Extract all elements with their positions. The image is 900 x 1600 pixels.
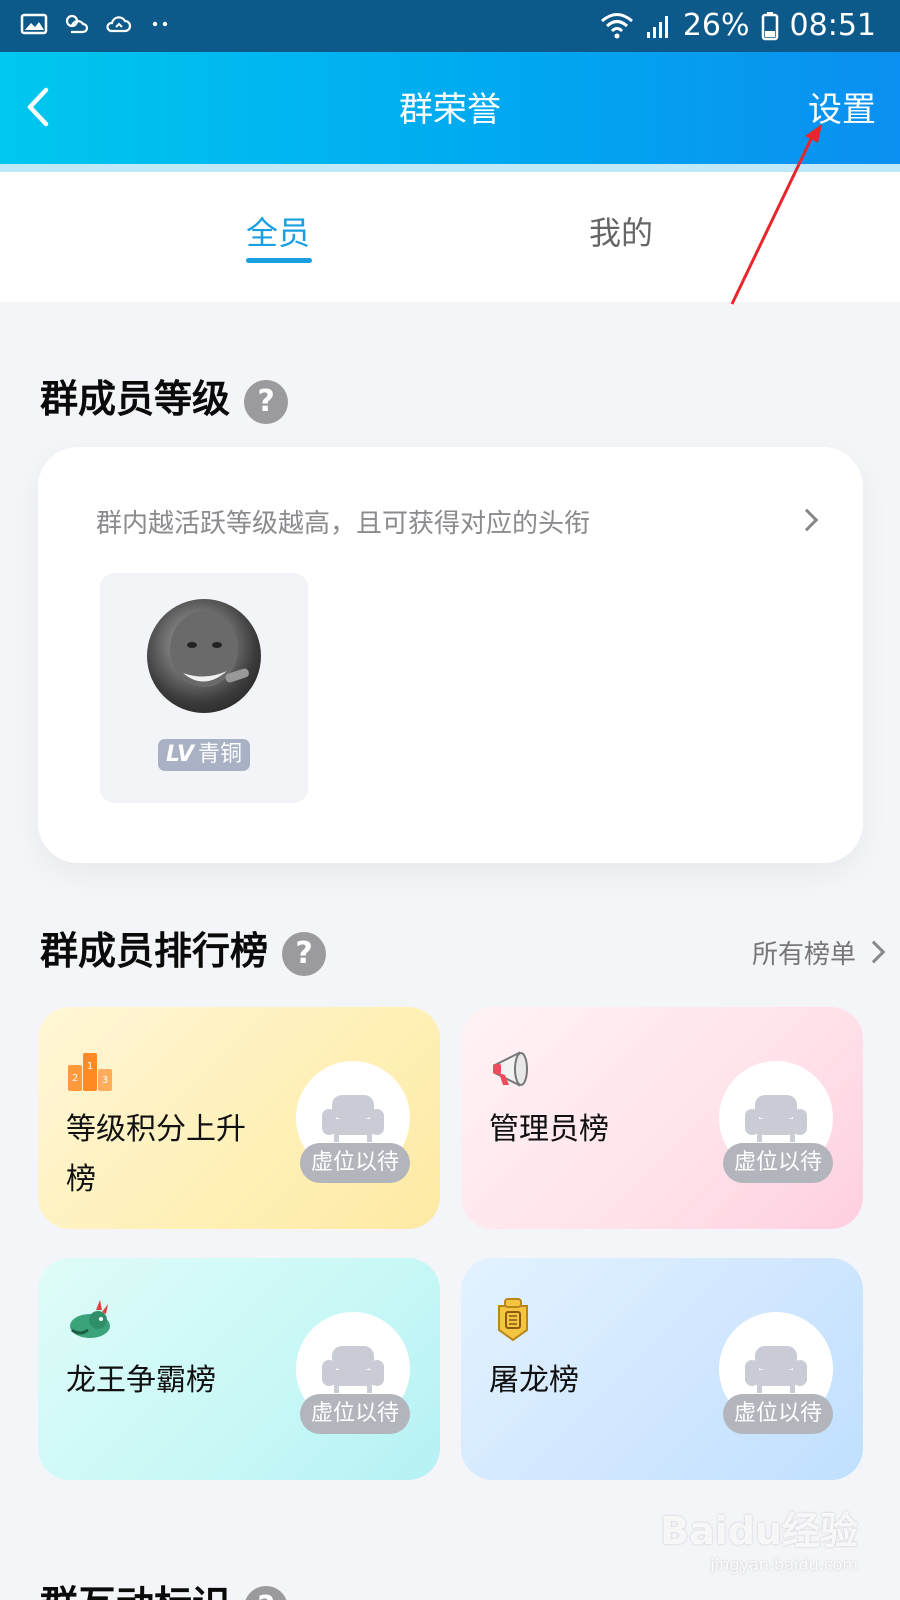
- board-card-dragon-slayer[interactable]: 屠龙榜 虚位以待: [461, 1258, 863, 1480]
- settings-button[interactable]: 设置: [808, 82, 876, 131]
- page-title: 群荣誉: [399, 90, 501, 130]
- nav-divider: [0, 164, 900, 172]
- level-card[interactable]: 群内越活跃等级越高，且可获得对应的头衔 LV 青铜: [38, 447, 863, 863]
- board-name: 屠龙榜: [489, 1363, 579, 1398]
- sofa-icon: [745, 1095, 807, 1142]
- board-name-line2: 榜: [66, 1162, 96, 1197]
- more-dots-icon: [152, 21, 168, 27]
- placeholder-tag: 虚位以待: [723, 1394, 833, 1434]
- gallery-icon: [20, 13, 48, 35]
- dragon-badge-icon: [498, 1298, 528, 1342]
- dragon-icon: [70, 1300, 110, 1338]
- sofa-icon: [745, 1346, 807, 1393]
- watermark-brand: Baidu经验: [660, 1509, 858, 1553]
- active-tab-indicator: [246, 258, 312, 263]
- sofa-icon: [322, 1095, 384, 1142]
- all-lists-label: 所有榜单: [751, 940, 856, 970]
- nav-bar: 群荣誉 设置: [0, 52, 900, 164]
- wifi-icon: [600, 12, 633, 38]
- clock: 08:51: [789, 8, 876, 43]
- board-name: 龙王争霸榜: [66, 1363, 216, 1398]
- all-lists-link[interactable]: 所有榜单: [751, 934, 886, 971]
- ranking-section-title: 群成员排行榜?: [40, 920, 327, 976]
- svg-text:2: 2: [72, 1073, 78, 1084]
- watermark-url: jingyan.baidu.com: [710, 1555, 858, 1574]
- help-icon[interactable]: ?: [244, 379, 289, 424]
- board-card-dragon-king[interactable]: 龙王争霸榜 虚位以待: [38, 1258, 440, 1480]
- placeholder-tag: 虚位以待: [300, 1394, 410, 1434]
- status-left-icons: [20, 12, 174, 36]
- status-right: 26% 08:51: [599, 8, 876, 43]
- placeholder-tag: 虚位以待: [723, 1143, 833, 1183]
- sofa-icon: [322, 1346, 384, 1393]
- level-badge: LV 青铜: [158, 739, 251, 771]
- board-name: 等级积分上升 榜: [66, 1105, 246, 1205]
- member-level-item[interactable]: LV 青铜: [100, 573, 308, 803]
- board-card-level-rise[interactable]: 213 等级积分上升 榜 虚位以待: [38, 1007, 440, 1229]
- avatar-face-image: [170, 611, 249, 687]
- svg-text:3: 3: [102, 1075, 108, 1086]
- board-name-line1: 等级积分上升: [66, 1112, 246, 1147]
- tab-bar: 全员 我的: [0, 172, 900, 302]
- help-icon[interactable]: ?: [282, 931, 327, 976]
- level-prefix: LV: [166, 742, 195, 767]
- board-name: 管理员榜: [489, 1112, 609, 1147]
- chevron-right-icon: [862, 940, 886, 964]
- ranking-section-title-text: 群成员排行榜: [40, 929, 269, 973]
- battery-percent: 26%: [682, 8, 750, 43]
- level-section-title-text: 群成员等级: [40, 377, 231, 421]
- placeholder-tag: 虚位以待: [300, 1143, 410, 1183]
- status-bar: 26% 08:51: [0, 0, 900, 52]
- podium-icon: 213: [68, 1053, 112, 1091]
- avatar[interactable]: [147, 599, 261, 713]
- chevron-right-icon: [795, 508, 819, 532]
- megaphone-icon: [493, 1051, 528, 1087]
- tab-all-members[interactable]: 全员: [246, 208, 310, 254]
- level-description: 群内越活跃等级越高，且可获得对应的头衔: [96, 509, 591, 539]
- cloud-sync-icon: [106, 16, 132, 33]
- svg-text:1: 1: [87, 1061, 93, 1072]
- tab-mine[interactable]: 我的: [589, 208, 653, 254]
- signal-icon: [646, 15, 668, 38]
- interaction-section-title-text: 群互动标识: [40, 1583, 230, 1600]
- interaction-section-title: 群互动标识?: [40, 1574, 289, 1600]
- weather-sun-cloud-icon: [65, 14, 89, 34]
- level-section-title: 群成员等级?: [40, 368, 289, 424]
- battery-icon: [761, 11, 778, 40]
- board-card-admin[interactable]: 管理员榜 虚位以待: [461, 1007, 863, 1229]
- level-name: 青铜: [198, 742, 243, 767]
- watermark: Baidu经验 jingyan.baidu.com: [660, 1500, 858, 1574]
- help-icon[interactable]: ?: [244, 1585, 289, 1600]
